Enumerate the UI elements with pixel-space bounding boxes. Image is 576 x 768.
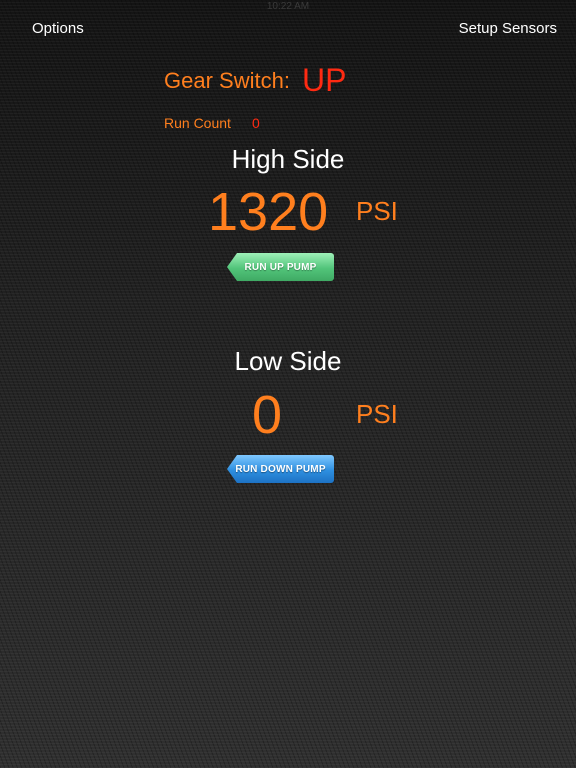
low-side-title: Low Side: [234, 346, 342, 376]
high-side-title: High Side: [231, 144, 345, 174]
status-bar-time: 10:22 AM: [266, 1, 310, 12]
run-down-pump-button[interactable]: RUN DOWN PUMP: [227, 455, 334, 483]
low-side-unit: PSI: [356, 399, 398, 429]
run-count-label: Run Count: [164, 115, 231, 131]
options-button[interactable]: Options: [32, 20, 84, 37]
low-side-value: 0: [252, 385, 283, 445]
gear-switch-label: Gear Switch:: [164, 68, 290, 93]
high-side-value: 1320: [208, 182, 329, 242]
setup-sensors-button[interactable]: Setup Sensors: [459, 20, 557, 37]
high-side-unit: PSI: [356, 196, 398, 226]
gear-switch-value: UP: [302, 62, 347, 98]
run-up-pump-button[interactable]: RUN UP PUMP: [227, 253, 334, 281]
run-count-value: 0: [252, 115, 260, 131]
